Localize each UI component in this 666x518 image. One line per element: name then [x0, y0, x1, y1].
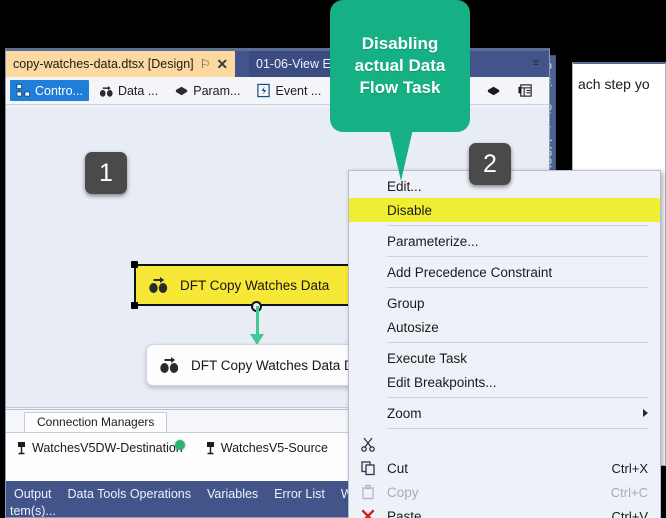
menu-item-disable[interactable]: Disable: [349, 198, 660, 222]
menu-item-label: Paste: [387, 508, 422, 518]
selection-handle[interactable]: [131, 261, 138, 268]
menu-item-label: Zoom: [387, 405, 422, 421]
connection-icon: [205, 441, 216, 455]
step-badge-2: 2: [469, 143, 511, 185]
menu-item-edit-breakpoints[interactable]: Edit Breakpoints...: [349, 370, 660, 394]
callout-line-1: Disabling: [361, 34, 439, 54]
menu-item-autosize[interactable]: Autosize: [349, 315, 660, 339]
paste-icon: [360, 484, 376, 500]
cut-icon: [360, 436, 376, 452]
menu-item-shortcut: Ctrl+C: [610, 484, 648, 500]
tab-label: 01-06-View Err: [256, 57, 340, 71]
menu-item-label: Add Precedence Constraint: [387, 264, 553, 280]
menu-separator: [387, 397, 648, 398]
annotation-callout: Disabling actual Data Flow Task: [330, 0, 470, 132]
parameters-icon: [174, 83, 189, 98]
menu-item-label: Disable: [387, 202, 433, 218]
dock-tab-output[interactable]: Output: [6, 483, 60, 505]
toolbar-overflow-icon[interactable]: ≡: [533, 57, 539, 69]
pointer-dot: [175, 440, 185, 450]
chevron-right-icon: [643, 409, 648, 417]
designer-tab-data-flow[interactable]: Data ...: [93, 80, 164, 101]
delete-icon: [360, 508, 376, 518]
connection-manager-label: WatchesV5-Source: [220, 441, 328, 455]
callout-tail: [389, 129, 413, 181]
menu-separator: [387, 225, 648, 226]
connection-icon: [16, 441, 27, 455]
designer-tab-label: Param...: [193, 83, 241, 98]
copy-icon: [360, 460, 376, 476]
menu-separator: [387, 256, 648, 257]
control-flow-icon: [16, 83, 31, 98]
status-text: tem(s)...: [10, 504, 56, 518]
menu-item-shortcut: Ctrl+X: [611, 460, 648, 476]
menu-item-cut[interactable]: [349, 432, 660, 456]
task-dft-copy-watches-data[interactable]: DFT Copy Watches Data: [134, 264, 356, 306]
menu-item-paste: Copy Ctrl+C: [349, 480, 660, 504]
task-label: DFT Copy Watches Data: [180, 277, 330, 293]
designer-tab-label: Contro...: [35, 83, 83, 98]
package-icon: [486, 83, 501, 98]
context-menu[interactable]: Edit... Disable Parameterize... Add Prec…: [348, 170, 661, 518]
menu-item-label: Edit Breakpoints...: [387, 374, 497, 390]
designer-tab-control-flow[interactable]: Contro...: [10, 80, 89, 101]
designer-tab-label: Data ...: [117, 83, 159, 98]
menu-item-copy[interactable]: Cut Ctrl+X: [349, 456, 660, 480]
callout-line-3: Flow Task: [359, 77, 441, 97]
task-dft-copy-watches-data-debug[interactable]: DFT Copy Watches Data Debu: [146, 344, 376, 386]
menu-item-label: Parameterize...: [387, 233, 479, 249]
connection-manager-label: WatchesV5DW-Destination: [32, 441, 183, 455]
menu-item-delete[interactable]: Paste Ctrl+V: [349, 504, 660, 518]
selection-handle[interactable]: [131, 302, 138, 309]
menu-separator: [387, 287, 648, 288]
step-badge-1: 1: [85, 152, 127, 194]
tab-label: copy-watches-data.dtsx [Design]: [13, 57, 194, 71]
data-flow-task-icon: [148, 275, 170, 295]
menu-item-shortcut: Ctrl+V: [611, 508, 648, 518]
package-explorer-icon: [518, 83, 533, 98]
connection-manager-item[interactable]: WatchesV5-Source: [205, 441, 328, 455]
connection-manager-item[interactable]: WatchesV5DW-Destination: [16, 441, 183, 455]
connection-managers-tab[interactable]: Connection Managers: [24, 412, 168, 432]
dock-tab-error-list[interactable]: Error List: [266, 483, 333, 505]
screenshot-root: ach step yo Getting Started (SSI copy-wa…: [0, 0, 666, 518]
toolbar-package-explorer-button[interactable]: [512, 80, 539, 101]
toolbar-package-button[interactable]: [480, 80, 507, 101]
menu-item-label: Execute Task: [387, 350, 468, 366]
menu-item-zoom[interactable]: Zoom: [349, 401, 660, 425]
dock-tab-variables[interactable]: Variables: [199, 483, 266, 505]
menu-item-group[interactable]: Group: [349, 291, 660, 315]
menu-item-add-precedence-constraint[interactable]: Add Precedence Constraint: [349, 260, 660, 284]
menu-item-execute-task[interactable]: Execute Task: [349, 346, 660, 370]
pin-icon[interactable]: ⚐: [200, 58, 211, 70]
menu-separator: [387, 428, 648, 429]
close-icon[interactable]: ✕: [216, 57, 228, 71]
menu-item-label: Group: [387, 295, 425, 311]
designer-tab-label: Event ...: [275, 83, 322, 98]
menu-item-label: Copy: [387, 484, 419, 500]
tab-copy-watches-data[interactable]: copy-watches-data.dtsx [Design] ⚐ ✕: [6, 51, 236, 77]
designer-tab-event-handlers[interactable]: Event ...: [250, 80, 327, 101]
document-panel-text: ach step yo: [578, 76, 650, 92]
event-handlers-icon: [256, 83, 271, 98]
data-flow-task-icon: [159, 355, 181, 375]
designer-tab-parameters[interactable]: Param...: [168, 80, 246, 101]
callout-line-2: actual Data: [354, 56, 446, 76]
menu-item-parameterize[interactable]: Parameterize...: [349, 229, 660, 253]
menu-separator: [387, 342, 648, 343]
menu-item-label: Autosize: [387, 319, 439, 335]
menu-item-label: Cut: [387, 460, 409, 476]
data-flow-icon: [99, 83, 114, 98]
dock-tab-data-tools-operations[interactable]: Data Tools Operations: [60, 483, 199, 505]
